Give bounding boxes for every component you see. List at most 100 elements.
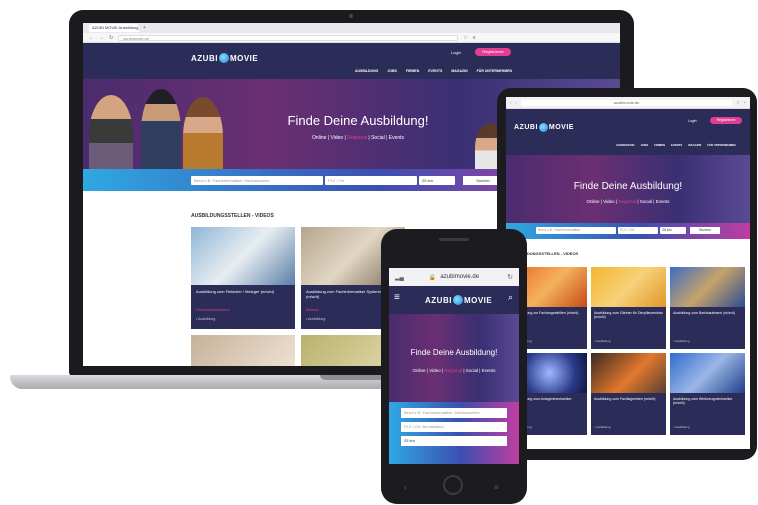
new-tab-icon[interactable]: +	[744, 100, 746, 105]
register-button[interactable]: Registrieren	[710, 117, 742, 124]
logo-orb-icon	[218, 53, 229, 63]
forward-arrow-icon[interactable]: →	[99, 35, 104, 41]
job-search-input[interactable]: Beruf z.B. Fachinformatiker	[536, 227, 616, 234]
reload-icon[interactable]: ↻	[109, 35, 113, 41]
hero-person-image	[141, 89, 181, 169]
laptop-main-menu: AUSBILDUNG JOBS FIRMEN EVENTS MAGAZIN FÜ…	[355, 69, 512, 73]
back-arrow-icon[interactable]: ‹	[510, 100, 511, 105]
laptop-browser-tabbar: AZUBI MOVIE Ausbildung +	[83, 23, 620, 33]
tablet-search-strip: Beruf z.B. Fachinformatiker PLZ / Ort 25…	[506, 223, 750, 239]
lock-icon: 🔒	[428, 274, 437, 281]
laptop-site-header: AZUBI MOVIE Login Registrieren AUSBILDUN…	[83, 43, 620, 79]
laptop-logo[interactable]: AZUBI MOVIE	[191, 53, 258, 63]
new-tab-icon[interactable]: +	[143, 25, 146, 31]
laptop-notch	[320, 375, 390, 380]
menu-item-events[interactable]: EVENTS	[671, 143, 682, 147]
card-meta: • Ausbildung	[673, 425, 690, 429]
video-card[interactable]: Ausbildung zum Werkzeugmechaniker (m/w/d…	[670, 353, 745, 435]
video-card[interactable]: Ausbildung zum Bankkaufmann (m/w/d) • Au…	[670, 267, 745, 349]
logo-text-right: MOVIE	[463, 295, 493, 305]
video-thumbnail	[191, 335, 295, 366]
logo-text-right: MOVIE	[548, 124, 574, 131]
video-thumbnail	[591, 267, 666, 307]
card-title: Ausbildung zum Gärtner für Zierpflanzenb…	[594, 311, 663, 319]
card-meta: • Ausbildung	[196, 317, 216, 321]
videos-section-title: AUSBILDUNGSSTELLEN - VIDEOS	[191, 213, 274, 219]
job-search-input[interactable]: Beruf z.B. Fachinformatiker, Mechatronik…	[191, 176, 323, 185]
location-input[interactable]: PLZ / Ort, Bundesland	[401, 422, 507, 432]
search-icon[interactable]: ⌕	[508, 292, 513, 303]
bookmark-star-icon[interactable]: ☆	[463, 35, 467, 41]
hero-subtitle: Online | Video | Regional | Social | Eve…	[412, 368, 496, 373]
back-key-icon[interactable]: ‹	[404, 483, 407, 492]
phone-search-panel: Beruf z.B. Fachinformatiker, Mechatronik…	[389, 402, 519, 464]
menu-item-ausbildung[interactable]: AUSBILDUNG	[355, 69, 378, 73]
logo-text-left: AZUBI	[425, 295, 452, 305]
job-search-input[interactable]: Beruf z.B. Fachinformatiker, Mechatronik…	[401, 408, 507, 418]
hero-title: Finde Deine Ausbildung!	[287, 113, 429, 128]
hero-person-image	[183, 97, 223, 169]
tablet-logo[interactable]: AZUBI MOVIE	[514, 123, 574, 132]
hero-title: Finde Deine Ausbildung!	[410, 348, 498, 357]
card-meta: • Ausbildung	[594, 425, 611, 429]
login-link[interactable]: Login	[451, 50, 461, 55]
back-arrow-icon[interactable]: ←	[89, 35, 94, 41]
search-button[interactable]: Suchen	[690, 227, 720, 234]
menu-item-unternehmen[interactable]: FÜR UNTERNEHMEN	[707, 143, 735, 147]
radius-select[interactable]: 25 km	[401, 436, 507, 446]
hero-title: Finde Deine Ausbildung!	[573, 181, 683, 192]
logo-text-left: AZUBI	[514, 124, 538, 131]
share-icon[interactable]: ⇪	[736, 100, 739, 105]
card-title: Ausbildung zum Fachlageristen (m/w/d)	[594, 397, 656, 401]
logo-text-right: MOVIE	[229, 53, 259, 63]
card-meta: • Ausbildung	[306, 317, 326, 321]
video-card[interactable]: Ausbildung zum Fleischer / Metzger (m/w/…	[191, 227, 295, 329]
hero-subtitle: Online | Video | Regional | Social | Eve…	[586, 199, 670, 204]
laptop-camera	[349, 14, 353, 18]
menu-item-magazin[interactable]: MAGAZIN	[688, 143, 701, 147]
login-link[interactable]: Login	[688, 119, 697, 123]
radius-select[interactable]: 25 km	[660, 227, 686, 234]
card-title: Ausbildung zum Bankkaufmann (m/w/d)	[673, 311, 735, 315]
reload-icon[interactable]: ↻	[507, 273, 513, 281]
menu-item-firmen[interactable]: FIRMEN	[654, 143, 665, 147]
card-title: Ausbildung zum Werkzeugmechaniker (m/w/d…	[673, 397, 733, 405]
laptop-url-bar: ← → ↻ azubimovie.de ☆ ≡	[83, 33, 620, 43]
card-tag: Fleischerhandwerk	[196, 307, 230, 312]
logo-orb-icon	[538, 123, 548, 132]
menu-item-jobs[interactable]: JOBS	[387, 69, 397, 73]
forward-arrow-icon[interactable]: ›	[515, 100, 516, 105]
phone-screen: ▂▄ 🔒 azubimovie.de ↻ ≡ AZUBI MOVIE ⌕ Fin…	[389, 268, 519, 464]
register-button[interactable]: Registrieren	[475, 48, 511, 56]
menu-item-firmen[interactable]: FIRMEN	[406, 69, 419, 73]
logo-orb-icon	[452, 295, 463, 305]
browser-menu-icon[interactable]: ≡	[473, 35, 476, 41]
laptop-browser-tab[interactable]: AZUBI MOVIE Ausbildung	[89, 24, 139, 32]
phone-logo[interactable]: AZUBI MOVIE	[425, 295, 492, 305]
menu-key-icon[interactable]: ≡	[494, 483, 499, 492]
tablet-url-bar: ‹ › azubimovie.de ⇪ +	[506, 97, 750, 109]
phone-home-button[interactable]	[443, 475, 463, 495]
location-input[interactable]: PLZ / Ort	[325, 176, 417, 185]
phone-speaker	[439, 238, 469, 241]
video-card[interactable]	[191, 335, 295, 366]
video-card[interactable]: Ausbildung zum Fachlageristen (m/w/d) • …	[591, 353, 666, 435]
hero-subtitle: Online | Video | Regional | Social | Eve…	[311, 135, 405, 141]
tablet-address-field[interactable]: azubimovie.de	[520, 99, 733, 106]
menu-item-magazin[interactable]: MAGAZIN	[451, 69, 467, 73]
hamburger-menu-icon[interactable]: ≡	[394, 292, 400, 303]
signal-icon: ▂▄	[395, 274, 404, 281]
menu-item-unternehmen[interactable]: FÜR UNTERNEHMEN	[477, 69, 512, 73]
radius-select[interactable]: 25 km	[419, 176, 455, 185]
menu-item-jobs[interactable]: JOBS	[641, 143, 649, 147]
hero-person-image	[89, 95, 133, 169]
menu-item-events[interactable]: EVENTS	[428, 69, 442, 73]
video-thumbnail	[670, 267, 745, 307]
video-card[interactable]: Ausbildung zum Gärtner für Zierpflanzenb…	[591, 267, 666, 349]
laptop-address-field[interactable]: azubimovie.de	[118, 34, 459, 41]
phone-hero: Finde Deine Ausbildung! Online | Video |…	[389, 314, 519, 402]
phone-address-field[interactable]: azubimovie.de	[440, 274, 479, 280]
location-input[interactable]: PLZ / Ort	[618, 227, 658, 234]
card-title: Ausbildung zum Fleischer / Metzger (m/w/…	[196, 289, 275, 294]
menu-item-ausbildung[interactable]: AUSBILDUNG	[616, 143, 635, 147]
